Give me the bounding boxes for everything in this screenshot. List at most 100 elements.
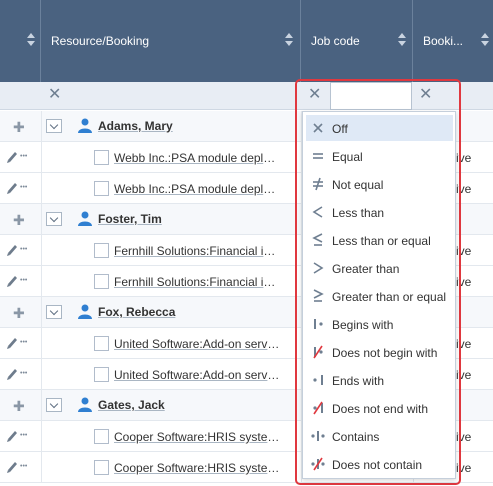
booking-checkbox[interactable] [94,274,109,289]
filter-option[interactable]: Off [306,115,453,141]
edit-icon[interactable] [6,242,18,256]
resource-name[interactable]: Adams, Mary [98,119,173,133]
booking-link[interactable]: Fernhill Solutions:Financial int... [114,275,280,289]
collapse-toggle[interactable] [46,119,62,133]
booking-link[interactable]: United Software:Add-on servic... [114,368,280,382]
filter-option[interactable]: Does not contain [306,451,453,477]
person-icon [78,397,92,412]
filter-option[interactable]: Does not begin with [306,339,453,365]
edit-icon[interactable] [6,428,18,442]
more-options-icon[interactable]: ••• [20,153,27,160]
resource-name[interactable]: Foster, Tim [98,212,162,226]
filter-option-label: Greater than [332,262,400,276]
column-divider [41,235,42,266]
more-options-icon[interactable]: ••• [20,184,27,191]
filter-option[interactable]: Contains [306,423,453,449]
booking-link[interactable]: Webb Inc.:PSA module deploy... [114,151,280,165]
booking-grid: Resource/Booking Job code Booki... ✕ ✕ ✕… [0,0,493,486]
collapse-toggle[interactable] [46,305,62,319]
filter-option[interactable]: Less than [306,199,453,225]
header-booking-label: Booki... [423,34,464,48]
column-divider [41,173,42,204]
column-divider [41,204,42,235]
booking-checkbox[interactable] [94,367,109,382]
booking-checkbox[interactable] [94,150,109,165]
header-resource[interactable]: Resource/Booking [41,0,301,82]
booking-link[interactable]: Fernhill Solutions:Financial int... [114,244,280,258]
booking-link[interactable]: Webb Inc.:PSA module deploy... [114,182,280,196]
filter-option-label: Equal [332,150,363,164]
booking-link[interactable]: Cooper Software:HRIS system... [114,461,280,475]
column-divider [41,359,42,390]
add-icon[interactable]: ✚ [13,398,25,415]
sort-icon[interactable] [398,33,406,47]
filter-option-label: Does not begin with [332,346,438,360]
more-options-icon[interactable]: ••• [20,246,27,253]
greater-than-or-equal-icon [311,288,325,304]
edit-icon[interactable] [6,335,18,349]
header-job-code[interactable]: Job code [301,0,413,82]
column-divider [41,111,42,142]
filter-option-label: Ends with [332,374,385,388]
resource-name[interactable]: Gates, Jack [98,398,165,412]
filter-option[interactable]: Greater than [306,255,453,281]
resource-name[interactable]: Fox, Rebecca [98,305,175,319]
column-divider [41,390,42,421]
edit-icon[interactable] [6,149,18,163]
filter-option[interactable]: Greater than or equal [306,283,453,309]
booking-link[interactable]: Cooper Software:HRIS system... [114,430,280,444]
filter-option[interactable]: Less than or equal [306,227,453,253]
filter-option-label: Greater than or equal [332,290,447,304]
more-options-icon[interactable]: ••• [20,463,27,470]
booking-link[interactable]: United Software:Add-on servic... [114,337,280,351]
edit-icon[interactable] [6,180,18,194]
column-divider [41,421,42,452]
begins-with-icon [311,316,325,332]
less-than-icon [311,204,325,220]
header-actions-cell [0,0,41,82]
add-icon[interactable]: ✚ [13,212,25,229]
header-resource-label: Resource/Booking [51,34,150,48]
filter-option-label: Does not contain [332,458,423,472]
filter-option[interactable]: Begins with [306,311,453,337]
clear-filter-resource-icon[interactable]: ✕ [48,87,61,103]
sort-icon[interactable] [285,33,293,47]
filter-option-label: Off [332,122,348,136]
filter-option[interactable]: Not equal [306,171,453,197]
booking-checkbox[interactable] [94,336,109,351]
header-booking[interactable]: Booki... [413,0,493,82]
column-divider [41,142,42,173]
less-than-or-equal-icon [311,232,325,248]
column-divider [41,266,42,297]
column-divider [41,452,42,483]
collapse-toggle[interactable] [46,212,62,226]
filter-option-label: Contains [332,430,380,444]
sort-icon[interactable] [27,33,35,47]
filter-operator-menu: Off Equal Not equal Less than Less than or e… [302,111,456,479]
booking-checkbox[interactable] [94,429,109,444]
more-options-icon[interactable]: ••• [20,339,27,346]
filter-option-label: Does not end with [332,402,429,416]
add-icon[interactable]: ✚ [13,305,25,322]
filter-option[interactable]: Does not end with [306,395,453,421]
booking-checkbox[interactable] [94,460,109,475]
not-equal-icon [311,176,325,192]
column-divider [41,328,42,359]
person-icon [78,211,92,226]
contains-icon [311,428,325,444]
booking-checkbox[interactable] [94,243,109,258]
edit-icon[interactable] [6,459,18,473]
edit-icon[interactable] [6,366,18,380]
add-icon[interactable]: ✚ [13,119,25,136]
more-options-icon[interactable]: ••• [20,432,27,439]
filter-option[interactable]: Equal [306,143,453,169]
booking-checkbox[interactable] [94,181,109,196]
edit-icon[interactable] [6,273,18,287]
filter-option-label: Not equal [332,178,384,192]
filter-option-label: Less than or equal [332,234,431,248]
more-options-icon[interactable]: ••• [20,370,27,377]
sort-icon[interactable] [481,33,489,47]
collapse-toggle[interactable] [46,398,62,412]
more-options-icon[interactable]: ••• [20,277,27,284]
filter-option[interactable]: Ends with [306,367,453,393]
